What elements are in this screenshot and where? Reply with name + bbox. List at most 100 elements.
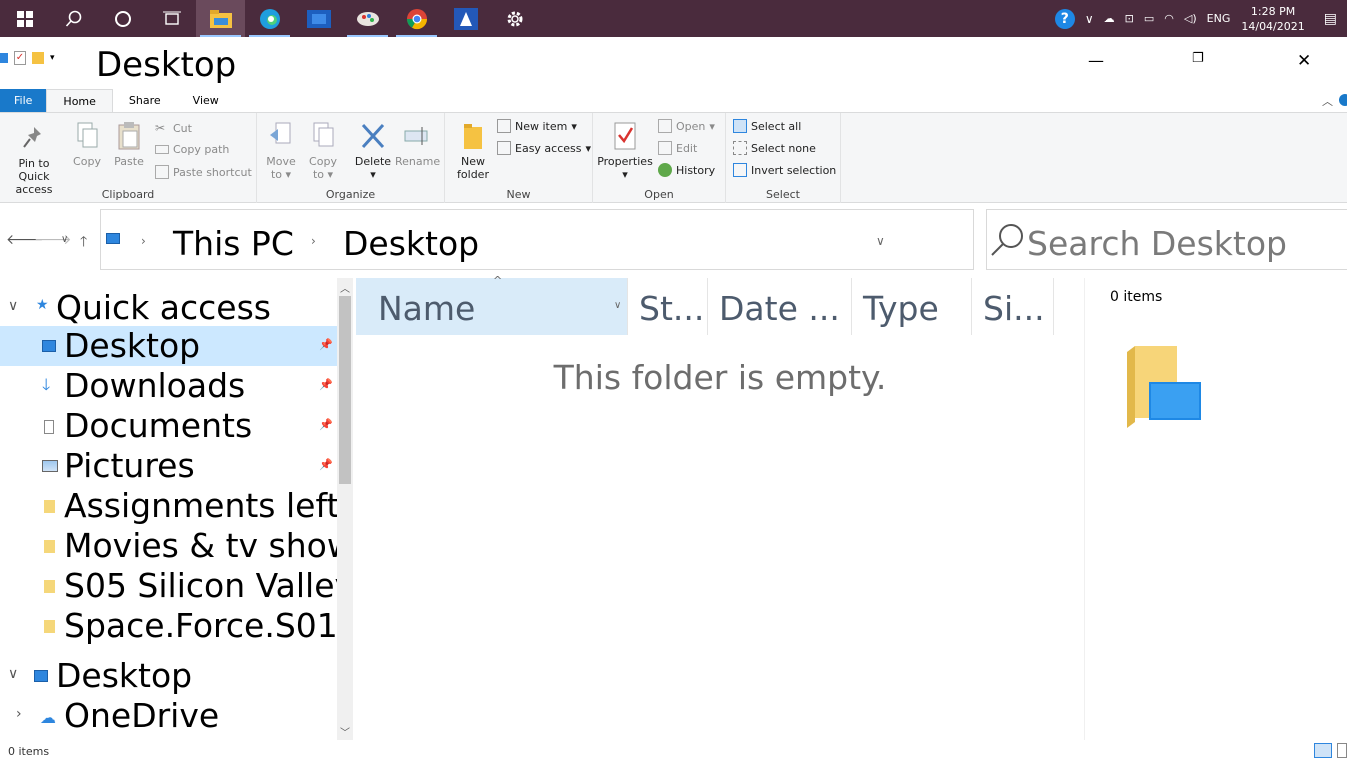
nav-item-label: S05 Silicon Valley (64, 566, 337, 605)
easy-access-button[interactable]: Easy access ▾ (497, 141, 591, 155)
app-taskbar-button[interactable] (441, 0, 490, 37)
column-filter-chevron-icon[interactable]: ∨ (614, 300, 621, 311)
history-button[interactable]: History (658, 163, 715, 177)
nav-item-pictures[interactable]: Pictures 📌 (0, 446, 337, 486)
copy-to-label-1: Copy (309, 155, 337, 168)
notifications-icon[interactable]: ▤ (1324, 11, 1337, 27)
address-bar[interactable]: › This PC › Desktop ∨ ↻ (100, 209, 1050, 270)
column-header-status[interactable]: St... (628, 278, 708, 335)
collapsed-chevron-icon[interactable]: › (16, 706, 22, 722)
movies-taskbar-button[interactable] (294, 0, 343, 37)
minimize-button[interactable]: — (1088, 51, 1104, 70)
close-button[interactable]: ✕ (1297, 51, 1311, 71)
battery-icon[interactable]: ▭ (1144, 12, 1154, 25)
copy-to-label-2: to (312, 168, 324, 181)
nav-item-folder[interactable]: Assignments left (0, 486, 337, 526)
window-title: Desktop (96, 45, 237, 85)
ribbon-collapse-chevron-icon[interactable]: ︿ (1322, 93, 1333, 109)
recent-locations-chevron-icon[interactable]: ∨ (61, 234, 68, 245)
copy-button[interactable]: Copy (70, 121, 104, 168)
paste-button[interactable]: Paste (112, 121, 146, 168)
details-pane: 0 items (1084, 278, 1347, 740)
ribbon: Pin to Quick access Copy Paste ✂ Cut Cop… (0, 112, 1347, 203)
nav-quick-access[interactable]: ∨ ★ Quick access (0, 288, 337, 328)
delete-button[interactable]: Delete ▾ (353, 121, 393, 181)
edge-icon (259, 8, 280, 29)
file-explorer-taskbar-button[interactable] (196, 0, 245, 37)
column-header-size[interactable]: Si... (972, 278, 1054, 335)
nav-desktop-root[interactable]: ∨ Desktop (0, 656, 337, 696)
network-alert-icon[interactable]: ⊡ (1125, 12, 1134, 25)
scroll-up-arrow-icon[interactable]: ︿ (340, 280, 350, 295)
copy-to-button[interactable]: Copy to ▾ (305, 121, 341, 181)
column-header-type[interactable]: Type (852, 278, 972, 335)
address-dropdown-chevron-icon[interactable]: ∨ (876, 234, 885, 248)
pin-label-1: Pin to Quick (18, 157, 50, 183)
breadcrumb-separator-icon: › (141, 234, 146, 248)
nav-onedrive[interactable]: › ☁ OneDrive (0, 696, 337, 736)
new-folder-qat-icon[interactable] (32, 52, 44, 64)
help-icon[interactable]: ? (1054, 8, 1075, 29)
expanded-chevron-icon[interactable]: ∨ (8, 298, 18, 314)
new-item-button[interactable]: New item ▾ (497, 119, 577, 133)
select-none-button[interactable]: Select none (733, 141, 816, 155)
nav-item-folder[interactable]: Movies & tv shows (0, 526, 337, 566)
customize-qat-chevron-icon[interactable]: ▾ (50, 53, 55, 63)
task-view-button[interactable] (147, 0, 196, 37)
nav-item-folder[interactable]: Space.Force.S01.C (0, 606, 337, 646)
paint-taskbar-button[interactable] (343, 0, 392, 37)
settings-taskbar-button[interactable] (490, 0, 539, 37)
app-icon (453, 7, 478, 30)
search-box[interactable]: Search Desktop (986, 209, 1347, 270)
invert-selection-button[interactable]: Invert selection (733, 163, 836, 177)
open-button[interactable]: Open ▾ (658, 119, 715, 133)
breadcrumb-this-pc[interactable]: This PC (173, 224, 294, 263)
invert-selection-label: Invert selection (751, 163, 837, 177)
cloud-icon[interactable]: ☁ (1104, 12, 1115, 25)
nav-item-folder[interactable]: S05 Silicon Valley (0, 566, 337, 606)
select-all-button[interactable]: Select all (733, 119, 801, 133)
restore-button[interactable]: ❐ (1192, 51, 1204, 66)
clock[interactable]: 1:28 PM 14/04/2021 (1241, 4, 1304, 34)
new-group-label: New (506, 188, 531, 201)
file-list[interactable]: Name ^ ∨ St... Date ... Type Si... This … (356, 274, 1084, 740)
edge-taskbar-button[interactable] (245, 0, 294, 37)
move-to-button[interactable]: Move to ▾ (263, 121, 299, 181)
edit-button[interactable]: Edit (658, 141, 697, 155)
help-button[interactable] (1339, 94, 1347, 106)
volume-icon[interactable]: ◁) (1184, 12, 1197, 25)
column-header-name[interactable]: Name (356, 278, 628, 335)
start-button[interactable] (0, 0, 49, 37)
navigation-scrollbar[interactable]: ︿ ﹀ (337, 278, 353, 740)
expanded-chevron-icon[interactable]: ∨ (8, 666, 18, 682)
properties-qat-icon[interactable]: ✓ (14, 51, 26, 65)
chevron-up-icon[interactable]: ∨ (1085, 12, 1094, 26)
pin-to-quick-access-button[interactable]: Pin to Quick access (2, 123, 66, 196)
new-folder-button[interactable]: New folder (455, 121, 491, 181)
nav-item-downloads[interactable]: 🡓 Downloads 📌 (0, 366, 337, 406)
copy-path-button[interactable]: Copy path (155, 143, 229, 156)
nav-item-desktop[interactable]: Desktop 📌 (0, 326, 337, 366)
cortana-button[interactable] (98, 0, 147, 37)
details-view-icon[interactable] (1314, 743, 1332, 758)
taskbar-search-button[interactable] (49, 0, 98, 37)
properties-button[interactable]: Properties ▾ (597, 121, 653, 181)
history-label: History (676, 163, 716, 177)
large-icons-view-icon[interactable] (1337, 743, 1347, 758)
rename-button[interactable]: Rename (395, 121, 440, 168)
nav-item-documents[interactable]: Documents 📌 (0, 406, 337, 446)
tab-file[interactable]: File (0, 89, 47, 112)
breadcrumb-desktop[interactable]: Desktop (343, 224, 479, 263)
column-header-date[interactable]: Date ... (708, 278, 852, 335)
tab-share[interactable]: Share (113, 89, 177, 112)
scroll-down-arrow-icon[interactable]: ﹀ (340, 724, 350, 739)
tab-view[interactable]: View (177, 89, 235, 112)
paste-shortcut-button[interactable]: Paste shortcut (155, 165, 252, 179)
wifi-icon[interactable]: ◠ (1164, 12, 1174, 25)
language-indicator[interactable]: ENG (1207, 12, 1231, 25)
chrome-taskbar-button[interactable] (392, 0, 441, 37)
cut-button[interactable]: ✂ Cut (155, 121, 192, 135)
tab-home[interactable]: Home (46, 89, 113, 112)
up-button[interactable]: 🡑 (80, 231, 87, 255)
scrollbar-thumb[interactable] (339, 296, 351, 484)
